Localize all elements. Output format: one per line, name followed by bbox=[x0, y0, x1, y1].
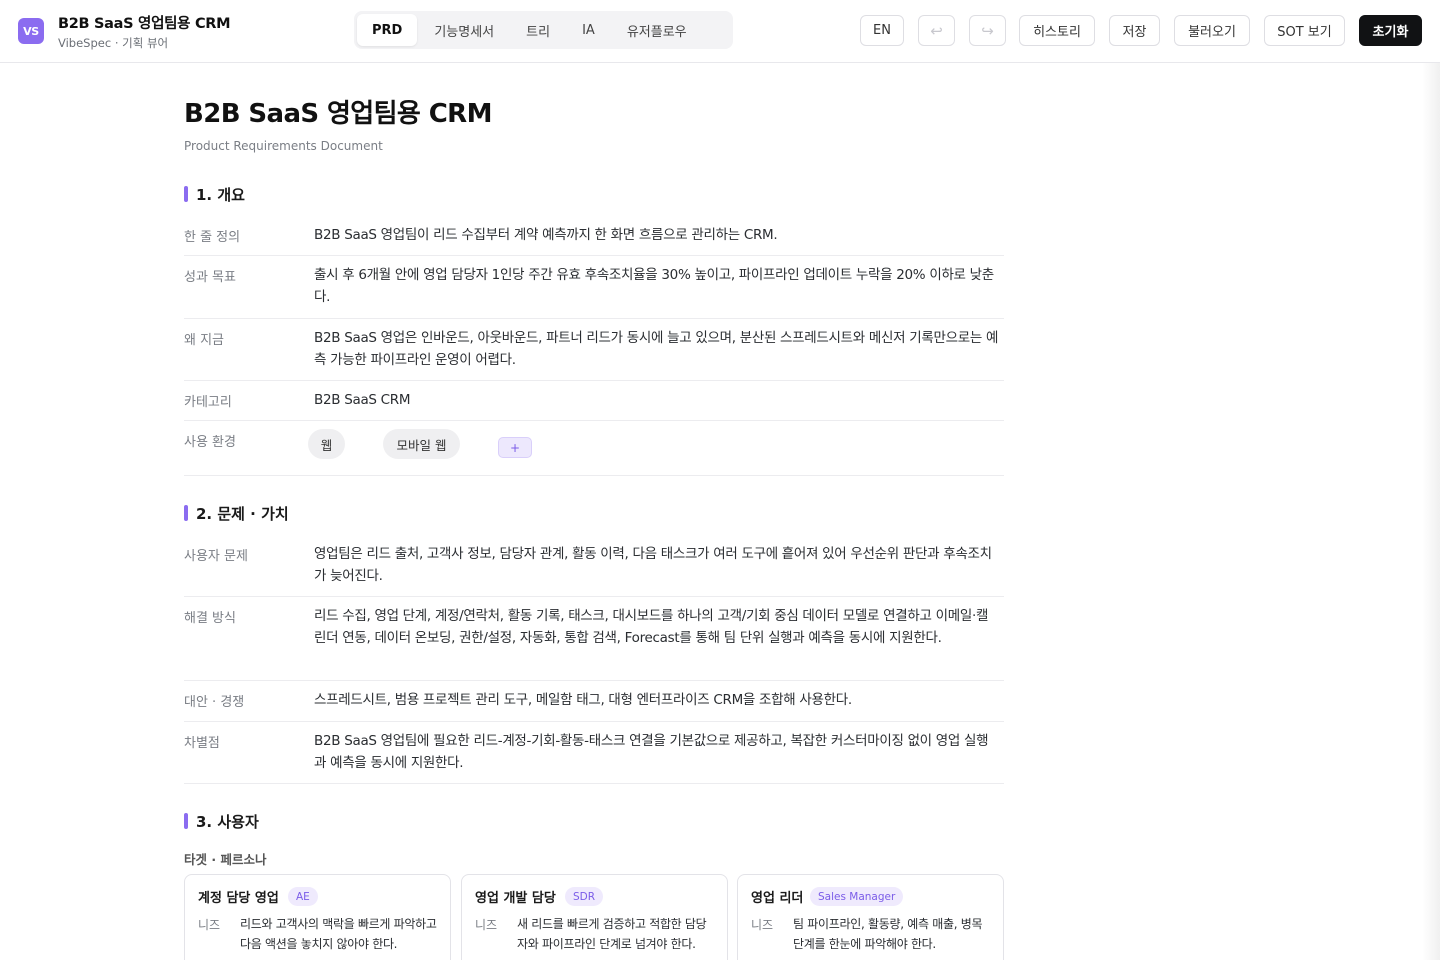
persona-role-badge: SDR bbox=[565, 887, 604, 906]
persona-name: 영업 개발 담당 bbox=[475, 891, 556, 906]
reset-button[interactable]: 초기화 bbox=[1359, 15, 1422, 46]
row-value: B2B SaaS CRM bbox=[314, 392, 411, 408]
load-button[interactable]: 불러오기 bbox=[1174, 15, 1250, 46]
row-value: B2B SaaS 영업팀에 필요한 리드-계정-기회-활동-태스크 연결을 기본… bbox=[314, 733, 989, 771]
redo-icon: ↪ bbox=[981, 21, 994, 40]
undo-button[interactable]: ↩ bbox=[918, 15, 955, 46]
row-label: 한 줄 정의 bbox=[184, 230, 241, 245]
save-button[interactable]: 저장 bbox=[1109, 15, 1160, 46]
overview-row-environment: 사용 환경 웹 모바일 웹 + bbox=[184, 421, 1004, 476]
problem-row-solution: 해결 방식 리드 수집, 영업 단계, 계정/연락처, 활동 기록, 태스크, … bbox=[184, 597, 1004, 681]
document-subtitle: Product Requirements Document bbox=[184, 139, 383, 153]
persona-need-label: 니즈 bbox=[198, 918, 221, 932]
row-value: 스프레드시트, 범용 프로젝트 관리 도구, 메일함 태그, 대형 엔터프라이즈… bbox=[314, 692, 852, 708]
overview-row-why-now: 왜 지금 B2B SaaS 영업은 인바운드, 아웃바운드, 파트너 리드가 동… bbox=[184, 319, 1004, 381]
row-label: 대안 · 경쟁 bbox=[184, 695, 245, 710]
section-heading-problem-value: 2. 문제 · 가치 bbox=[184, 503, 289, 524]
tab-feature-spec[interactable]: 기능명세서 bbox=[419, 14, 509, 46]
top-bar: VS B2B SaaS 영업팀용 CRM VibeSpec · 기획 뷰어 PR… bbox=[0, 0, 1440, 63]
row-label: 카테고리 bbox=[184, 395, 232, 410]
problem-row-user-problem: 사용자 문제 영업팀은 리드 출처, 고객사 정보, 담당자 관계, 활동 이력… bbox=[184, 535, 1004, 597]
language-toggle-button[interactable]: EN bbox=[860, 15, 904, 46]
environment-chip-mobile-web[interactable]: 모바일 웹 bbox=[383, 429, 460, 459]
history-button[interactable]: 히스토리 bbox=[1019, 15, 1095, 46]
persona-card-ae[interactable]: 계정 담당 영업 AE 니즈 리드와 고객사의 맥락을 빠르게 파악하고 다음 … bbox=[184, 874, 451, 960]
persona-need-label: 니즈 bbox=[475, 918, 498, 932]
app-subtitle: VibeSpec · 기획 뷰어 bbox=[58, 36, 169, 50]
persona-card-sdr[interactable]: 영업 개발 담당 SDR 니즈 새 리드를 빠르게 검증하고 적합한 담당자와 … bbox=[461, 874, 728, 960]
persona-need-text: 팀 파이프라인, 활동량, 예측 매출, 병목 단계를 한눈에 파악해야 한다. bbox=[793, 917, 983, 951]
document-title: B2B SaaS 영업팀용 CRM bbox=[184, 99, 492, 129]
sot-view-button[interactable]: SOT 보기 bbox=[1264, 15, 1345, 46]
row-value: 출시 후 6개월 안에 영업 담당자 1인당 주간 유효 후속조치율을 30% … bbox=[314, 267, 994, 305]
persona-need-label: 니즈 bbox=[751, 918, 774, 932]
row-value: B2B SaaS 영업팀이 리드 수집부터 계약 예측까지 한 화면 흐름으로 … bbox=[314, 227, 778, 243]
environment-chip-web[interactable]: 웹 bbox=[308, 429, 345, 459]
persona-need-text: 리드와 고객사의 맥락을 빠르게 파악하고 다음 액션을 놓치지 않아야 한다. bbox=[240, 917, 437, 951]
row-label: 사용 환경 bbox=[184, 435, 236, 450]
view-tabs: PRD 기능명세서 트리 IA 유저플로우 bbox=[354, 11, 733, 49]
row-label: 성과 목표 bbox=[184, 270, 236, 285]
tab-tree[interactable]: 트리 bbox=[511, 14, 565, 46]
tab-user-flow[interactable]: 유저플로우 bbox=[612, 14, 702, 46]
row-value: 영업팀은 리드 출처, 고객사 정보, 담당자 관계, 활동 이력, 다음 태스… bbox=[314, 546, 992, 584]
section-heading-users: 3. 사용자 bbox=[184, 811, 259, 832]
overview-row-category: 카테고리 B2B SaaS CRM bbox=[184, 381, 1004, 421]
redo-button[interactable]: ↪ bbox=[969, 15, 1006, 46]
add-environment-button[interactable]: + bbox=[498, 437, 532, 458]
tab-prd[interactable]: PRD bbox=[357, 14, 418, 46]
undo-icon: ↩ bbox=[930, 21, 943, 40]
overview-row-goal: 성과 목표 출시 후 6개월 안에 영업 담당자 1인당 주간 유효 후속조치율… bbox=[184, 256, 1004, 319]
persona-need-text: 새 리드를 빠르게 검증하고 적합한 담당자와 파이프라인 단계로 넘겨야 한다… bbox=[517, 917, 707, 951]
app-title: B2B SaaS 영업팀용 CRM bbox=[58, 16, 231, 32]
row-value: B2B SaaS 영업은 인바운드, 아웃바운드, 파트너 리드가 동시에 늘고… bbox=[314, 330, 999, 368]
row-label: 왜 지금 bbox=[184, 333, 225, 348]
tab-ia[interactable]: IA bbox=[567, 14, 610, 46]
brand-logo: VS bbox=[18, 18, 44, 44]
persona-role-badge: Sales Manager bbox=[810, 887, 904, 906]
row-label: 사용자 문제 bbox=[184, 549, 248, 564]
row-label: 해결 방식 bbox=[184, 611, 236, 626]
row-value: 리드 수집, 영업 단계, 계정/연락처, 활동 기록, 태스크, 대시보드를 … bbox=[314, 608, 989, 646]
persona-card-sales-manager[interactable]: 영업 리더 Sales Manager 니즈 팀 파이프라인, 활동량, 예측 … bbox=[737, 874, 1004, 960]
problem-row-differentiator: 차별점 B2B SaaS 영업팀에 필요한 리드-계정-기회-활동-태스크 연결… bbox=[184, 722, 1004, 784]
overview-row-definition: 한 줄 정의 B2B SaaS 영업팀이 리드 수집부터 계약 예측까지 한 화… bbox=[184, 216, 1004, 256]
persona-role-badge: AE bbox=[288, 887, 318, 906]
persona-name: 계정 담당 영업 bbox=[198, 891, 279, 906]
problem-row-alternatives: 대안 · 경쟁 스프레드시트, 범용 프로젝트 관리 도구, 메일함 태그, 대… bbox=[184, 681, 1004, 722]
row-label: 차별점 bbox=[184, 736, 220, 751]
section-heading-overview: 1. 개요 bbox=[184, 184, 245, 205]
persona-name: 영업 리더 bbox=[751, 891, 804, 906]
scroll-edge-shadow bbox=[1422, 63, 1440, 960]
persona-subheading: 타겟 · 페르소나 bbox=[184, 852, 267, 867]
